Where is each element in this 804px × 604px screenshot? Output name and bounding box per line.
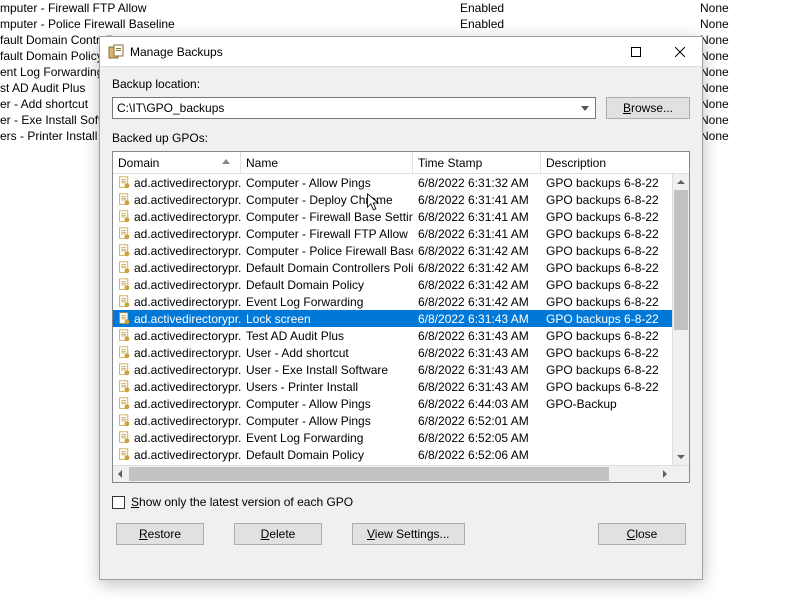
col-header-desc[interactable]: Description [541,152,669,173]
close-dialog-button[interactable]: Close [598,523,686,545]
background-row[interactable]: mputer - Police Firewall BaselineEnabled… [0,16,804,32]
view-settings-button[interactable]: View Settings... [352,523,465,545]
table-row[interactable]: ad.activedirectorypr...Computer - Deploy… [113,191,672,208]
table-row[interactable]: ad.activedirectorypr...User - Exe Instal… [113,361,672,378]
backup-location-combo[interactable]: C:\IT\GPO_backups [112,97,596,119]
titlebar[interactable]: Manage Backups [100,37,702,67]
hscroll-left-icon[interactable] [113,466,129,482]
col-header-time[interactable]: Time Stamp [413,152,541,173]
table-row[interactable]: ad.activedirectorypr...Event Log Forward… [113,293,672,310]
show-latest-checkbox-row[interactable]: Show only the latest version of each GPO [112,495,690,509]
list-rows: ad.activedirectorypr...Computer - Allow … [113,174,672,463]
show-latest-checkbox[interactable] [112,496,125,509]
table-row[interactable]: ad.activedirectorypr...Users - Printer I… [113,378,672,395]
list-header: Domain Name Time Stamp Description [113,152,689,174]
horizontal-scrollbar[interactable] [113,465,689,482]
backup-location-value: C:\IT\GPO_backups [117,101,224,115]
table-row[interactable]: ad.activedirectorypr...Computer - Firewa… [113,208,672,225]
close-button[interactable] [658,37,702,66]
background-row[interactable]: mputer - Firewall FTP AllowEnabledNone [0,0,804,16]
delete-button[interactable]: Delete [234,523,322,545]
table-row[interactable]: ad.activedirectorypr...Computer - Allow … [113,395,672,412]
vertical-scrollbar[interactable] [672,174,689,465]
vscroll-down-icon[interactable] [673,449,689,465]
hscroll-right-icon[interactable] [656,466,672,482]
backup-location-label: Backup location: [112,77,690,91]
table-row[interactable]: ad.activedirectorypr...Default Domain Co… [113,259,672,276]
backed-up-label: Backed up GPOs: [112,131,690,145]
col-header-name[interactable]: Name [241,152,413,173]
show-latest-label: Show only the latest version of each GPO [131,495,353,509]
table-row[interactable]: ad.activedirectorypr...Test AD Audit Plu… [113,327,672,344]
table-row[interactable]: ad.activedirectorypr...Computer - Allow … [113,174,672,191]
table-row[interactable]: ad.activedirectorypr...Lock screen6/8/20… [113,310,672,327]
browse-button[interactable]: Browse... [606,97,690,119]
restore-button[interactable]: Restore [116,523,204,545]
manage-backups-dialog: Manage Backups Backup location: C:\IT\GP… [99,36,703,580]
table-row[interactable]: ad.activedirectorypr...Event Log Forward… [113,429,672,446]
table-row[interactable]: ad.activedirectorypr...Computer - Allow … [113,412,672,429]
app-icon [108,44,124,60]
table-row[interactable]: ad.activedirectorypr...Default Domain Po… [113,446,672,463]
col-header-domain[interactable]: Domain [113,152,241,173]
vscroll-up-icon[interactable] [673,174,689,190]
table-row[interactable]: ad.activedirectorypr...Computer - Firewa… [113,225,672,242]
table-row[interactable]: ad.activedirectorypr...User - Add shortc… [113,344,672,361]
table-row[interactable]: ad.activedirectorypr...Default Domain Po… [113,276,672,293]
vscroll-thumb[interactable] [674,190,688,330]
table-row[interactable]: ad.activedirectorypr...Computer - Police… [113,242,672,259]
hscroll-thumb[interactable] [129,467,609,481]
gpo-listbox: Domain Name Time Stamp Description ad.ac… [112,151,690,483]
dialog-title: Manage Backups [130,45,614,59]
maximize-button[interactable] [614,37,658,66]
